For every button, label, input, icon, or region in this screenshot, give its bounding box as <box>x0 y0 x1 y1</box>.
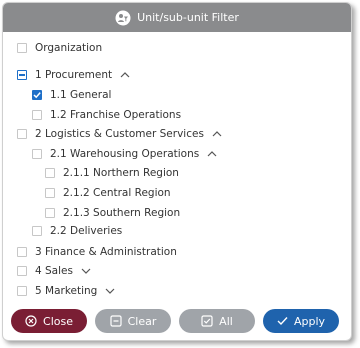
clear-button[interactable]: Clear <box>95 309 171 333</box>
tree-item-label: 5 Marketing <box>35 285 98 297</box>
tree-item-label: 4 Sales <box>35 265 73 277</box>
tree-item-northern-region[interactable]: 2.1.1 Northern Region <box>45 164 179 182</box>
checkbox[interactable] <box>32 149 42 159</box>
close-button-label: Close <box>43 314 73 328</box>
tree-item-marketing[interactable]: 5 Marketing <box>17 282 115 300</box>
checkbox[interactable] <box>32 110 42 120</box>
check-box-icon <box>201 315 213 327</box>
checkbox[interactable] <box>17 129 27 139</box>
checkbox[interactable] <box>32 226 42 236</box>
checkbox[interactable] <box>17 43 27 53</box>
tree-item-label: 2.1.2 Central Region <box>63 187 171 199</box>
tree-item-deliveries[interactable]: 2.2 Deliveries <box>32 222 122 240</box>
tree-item-organization[interactable]: Organization <box>17 39 102 57</box>
checkbox[interactable] <box>45 168 55 178</box>
close-button[interactable]: Close <box>11 309 87 333</box>
apply-button-label: Apply <box>293 314 326 328</box>
checkbox[interactable] <box>17 247 27 257</box>
tree-item-label: 3 Finance & Administration <box>35 246 177 258</box>
checkbox[interactable] <box>32 90 42 100</box>
tree-item-central-region[interactable]: 2.1.2 Central Region <box>45 184 171 202</box>
tree-item-label: 1.2 Franchise Operations <box>50 109 182 121</box>
chevron-up-icon[interactable] <box>207 151 217 157</box>
tree-item-general[interactable]: 1.1 General <box>32 86 111 104</box>
all-button[interactable]: All <box>179 309 255 333</box>
clear-box-icon <box>110 315 122 327</box>
tree-item-label: 1.1 General <box>50 89 112 101</box>
checkmark-icon <box>277 316 288 326</box>
tree-item-logistics[interactable]: 2 Logistics & Customer Services <box>17 125 222 143</box>
tree-item-label: 2.1.1 Northern Region <box>63 167 179 179</box>
checkbox[interactable] <box>17 286 27 296</box>
chevron-up-icon[interactable] <box>212 131 222 137</box>
dialog-header: Unit/sub-unit Filter <box>3 3 351 32</box>
dialog-title: Unit/sub-unit Filter <box>137 11 239 24</box>
all-button-label: All <box>219 314 233 328</box>
apply-button[interactable]: Apply <box>263 309 339 333</box>
chevron-up-icon[interactable] <box>120 72 130 78</box>
tree-item-label: Organization <box>35 42 103 54</box>
tree-item-label: 2.2 Deliveries <box>50 225 123 237</box>
chevron-down-icon[interactable] <box>105 288 115 294</box>
close-circle-icon <box>25 315 37 327</box>
tree-item-label: 2.1 Warehousing Operations <box>50 148 200 160</box>
chevron-down-icon[interactable] <box>81 268 91 274</box>
tree-item-franchise-operations[interactable]: 1.2 Franchise Operations <box>32 106 181 124</box>
unit-filter-icon <box>115 10 131 26</box>
checkbox[interactable] <box>17 70 27 80</box>
tree-item-sales[interactable]: 4 Sales <box>17 262 91 280</box>
tree-item-label: 2.1.3 Southern Region <box>63 207 181 219</box>
checkbox[interactable] <box>45 188 55 198</box>
unit-filter-dialog: Unit/sub-unit Filter Organization 1 Proc… <box>2 2 352 341</box>
tree-item-finance-administration[interactable]: 3 Finance & Administration <box>17 243 177 261</box>
checkbox[interactable] <box>17 266 27 276</box>
tree-item-label: 2 Logistics & Customer Services <box>35 128 204 140</box>
clear-button-label: Clear <box>127 314 157 328</box>
tree-item-warehousing-operations[interactable]: 2.1 Warehousing Operations <box>32 145 217 163</box>
checkbox[interactable] <box>45 208 55 218</box>
dialog-footer: Close Clear All Apply <box>3 302 351 340</box>
tree-item-southern-region[interactable]: 2.1.3 Southern Region <box>45 204 180 222</box>
tree-item-label: 1 Procurement <box>35 69 113 81</box>
tree-item-procurement[interactable]: 1 Procurement <box>17 66 130 84</box>
